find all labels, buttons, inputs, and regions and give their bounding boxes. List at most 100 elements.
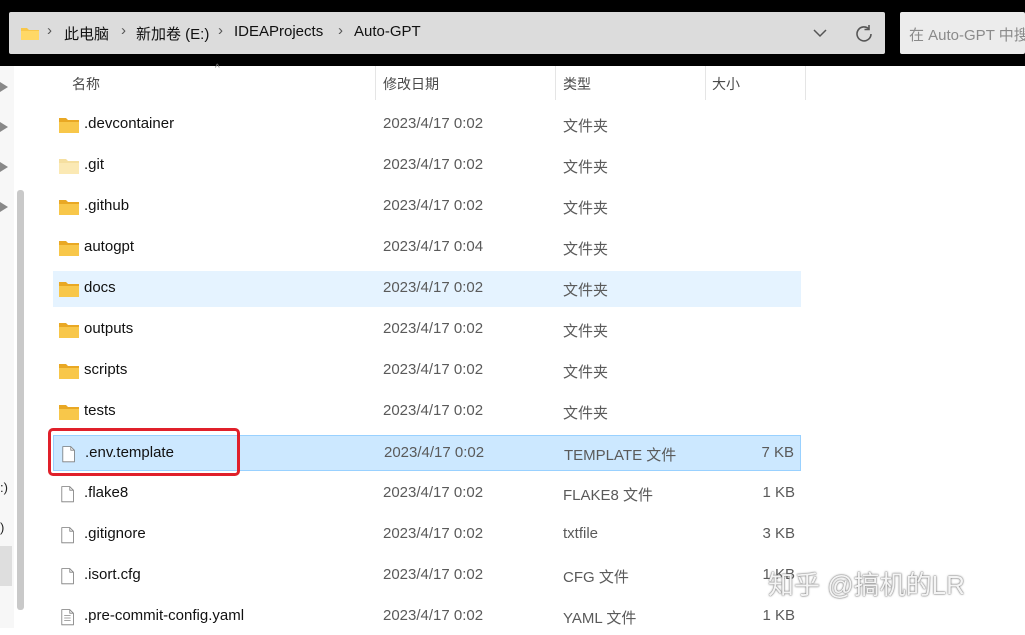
file-size: 1 KB [762, 484, 795, 501]
file-row[interactable]: .github 2023/4/17 0:02 文件夹 [53, 189, 801, 225]
navigation-item-selected[interactable] [0, 546, 12, 586]
file-modified-date: 2023/4/17 0:02 [383, 566, 484, 583]
file-type: 文件夹 [563, 364, 609, 381]
file-row[interactable]: .flake8 2023/4/17 0:02 FLAKE8 文件 1 KB [53, 476, 801, 512]
file-type: CFG 文件 [563, 569, 629, 586]
file-name: outputs [84, 320, 134, 337]
breadcrumb-this-pc[interactable]: 此电脑 [64, 23, 109, 44]
file-type: 文件夹 [563, 118, 609, 135]
file-row[interactable]: docs 2023/4/17 0:02 文件夹 [53, 271, 801, 307]
file-row[interactable]: tests 2023/4/17 0:02 文件夹 [53, 394, 801, 430]
file-type: 文件夹 [563, 200, 609, 217]
folder-hidden-icon [59, 159, 79, 174]
file-modified-date: 2023/4/17 0:02 [383, 361, 484, 378]
file-row[interactable]: outputs 2023/4/17 0:02 文件夹 [53, 312, 801, 348]
file-type: 文件夹 [563, 405, 609, 422]
file-icon [61, 568, 74, 585]
refresh-icon[interactable] [854, 23, 874, 43]
file-size: 7 KB [761, 444, 794, 461]
folder-icon [21, 28, 39, 40]
file-icon [61, 527, 74, 544]
chevron-right-icon[interactable]: › [218, 22, 223, 39]
file-row[interactable]: .pre-commit-config.yaml 2023/4/17 0:02 YAM… [53, 599, 801, 635]
text-file-icon [61, 609, 74, 626]
folder-icon [59, 200, 79, 215]
file-row[interactable]: autogpt 2023/4/17 0:04 文件夹 [53, 230, 801, 266]
file-type: 文件夹 [563, 241, 609, 258]
folder-icon [59, 405, 79, 420]
address-bar[interactable]: › 此电脑 › 新加卷 (E:) › IDEAProjects › Auto-G… [9, 12, 885, 54]
folder-icon [59, 364, 79, 379]
navigation-item-label[interactable]: ) [0, 520, 4, 535]
file-name: scripts [84, 361, 128, 378]
file-modified-date: 2023/4/17 0:02 [383, 484, 484, 501]
file-type: txtfile [563, 525, 599, 542]
file-name: .flake8 [84, 484, 129, 501]
file-row[interactable]: .devcontainer 2023/4/17 0:02 文件夹 [53, 107, 801, 143]
file-icon [61, 486, 74, 503]
column-divider[interactable] [805, 66, 806, 100]
column-divider[interactable] [705, 66, 706, 100]
pin-icon[interactable] [0, 82, 8, 92]
folder-icon [59, 241, 79, 256]
column-label: 大小 [712, 76, 740, 92]
column-divider[interactable] [555, 66, 556, 100]
watermark: 知乎 @搞机的LR [768, 570, 965, 600]
file-name: .github [84, 197, 130, 214]
file-size: 1 KB [762, 607, 795, 624]
breadcrumb-auto-gpt[interactable]: Auto-GPT [354, 23, 421, 40]
file-modified-date: 2023/4/17 0:02 [383, 402, 484, 419]
file-type: YAML 文件 [563, 610, 637, 627]
file-modified-date: 2023/4/17 0:02 [383, 607, 484, 624]
file-row[interactable]: .isort.cfg 2023/4/17 0:02 CFG 文件 1 KB [53, 558, 801, 594]
file-row[interactable]: .git 2023/4/17 0:02 文件夹 [53, 148, 801, 184]
folder-icon [59, 118, 79, 133]
navigation-scrollbar[interactable] [17, 190, 24, 610]
column-label: 类型 [563, 76, 591, 92]
file-modified-date: 2023/4/17 0:02 [383, 156, 484, 173]
navigation-pane [0, 66, 14, 628]
file-type: FLAKE8 文件 [563, 487, 654, 504]
highlight-annotation [48, 428, 240, 476]
file-type: 文件夹 [563, 323, 609, 340]
chevron-right-icon: › [47, 22, 52, 39]
file-name: docs [84, 279, 116, 296]
file-name: autogpt [84, 238, 135, 255]
file-type: 文件夹 [563, 159, 609, 176]
file-row[interactable]: .gitignore 2023/4/17 0:02 txtfile 3 KB [53, 517, 801, 553]
column-label: 名称 [72, 76, 100, 92]
file-modified-date: 2023/4/17 0:02 [383, 197, 484, 214]
file-modified-date: 2023/4/17 0:02 [384, 444, 485, 461]
breadcrumb-drive-e[interactable]: 新加卷 (E:) [136, 23, 209, 44]
file-name: tests [84, 402, 116, 419]
pin-icon[interactable] [0, 202, 8, 212]
file-name: .gitignore [84, 525, 146, 542]
breadcrumb-ideaprojects[interactable]: IDEAProjects [234, 23, 323, 40]
file-type: 文件夹 [563, 282, 609, 299]
sort-ascending-icon: ^ [215, 63, 220, 74]
column-label: 修改日期 [383, 76, 439, 92]
chevron-down-icon[interactable] [812, 25, 828, 41]
search-input[interactable]: 在 Auto-GPT 中搜 [900, 12, 1025, 54]
pin-icon[interactable] [0, 162, 8, 172]
navigation-item-label[interactable]: :) [0, 480, 8, 495]
chevron-right-icon[interactable]: › [338, 22, 343, 39]
file-modified-date: 2023/4/17 0:04 [383, 238, 484, 255]
file-modified-date: 2023/4/17 0:02 [383, 279, 484, 296]
column-divider[interactable] [375, 66, 376, 100]
file-modified-date: 2023/4/17 0:02 [383, 525, 484, 542]
file-name: .isort.cfg [84, 566, 141, 583]
search-placeholder: 在 Auto-GPT 中搜 [909, 27, 1025, 44]
file-name: .pre-commit-config.yaml [84, 607, 245, 624]
pin-icon[interactable] [0, 122, 8, 132]
file-modified-date: 2023/4/17 0:02 [383, 320, 484, 337]
file-row[interactable]: scripts 2023/4/17 0:02 文件夹 [53, 353, 801, 389]
folder-icon [59, 323, 79, 338]
file-modified-date: 2023/4/17 0:02 [383, 115, 484, 132]
chevron-right-icon[interactable]: › [121, 22, 126, 39]
file-size: 3 KB [762, 525, 795, 542]
folder-icon [59, 282, 79, 297]
file-name: .git [84, 156, 105, 173]
file-type: TEMPLATE 文件 [564, 447, 677, 464]
file-name: .devcontainer [84, 115, 175, 132]
